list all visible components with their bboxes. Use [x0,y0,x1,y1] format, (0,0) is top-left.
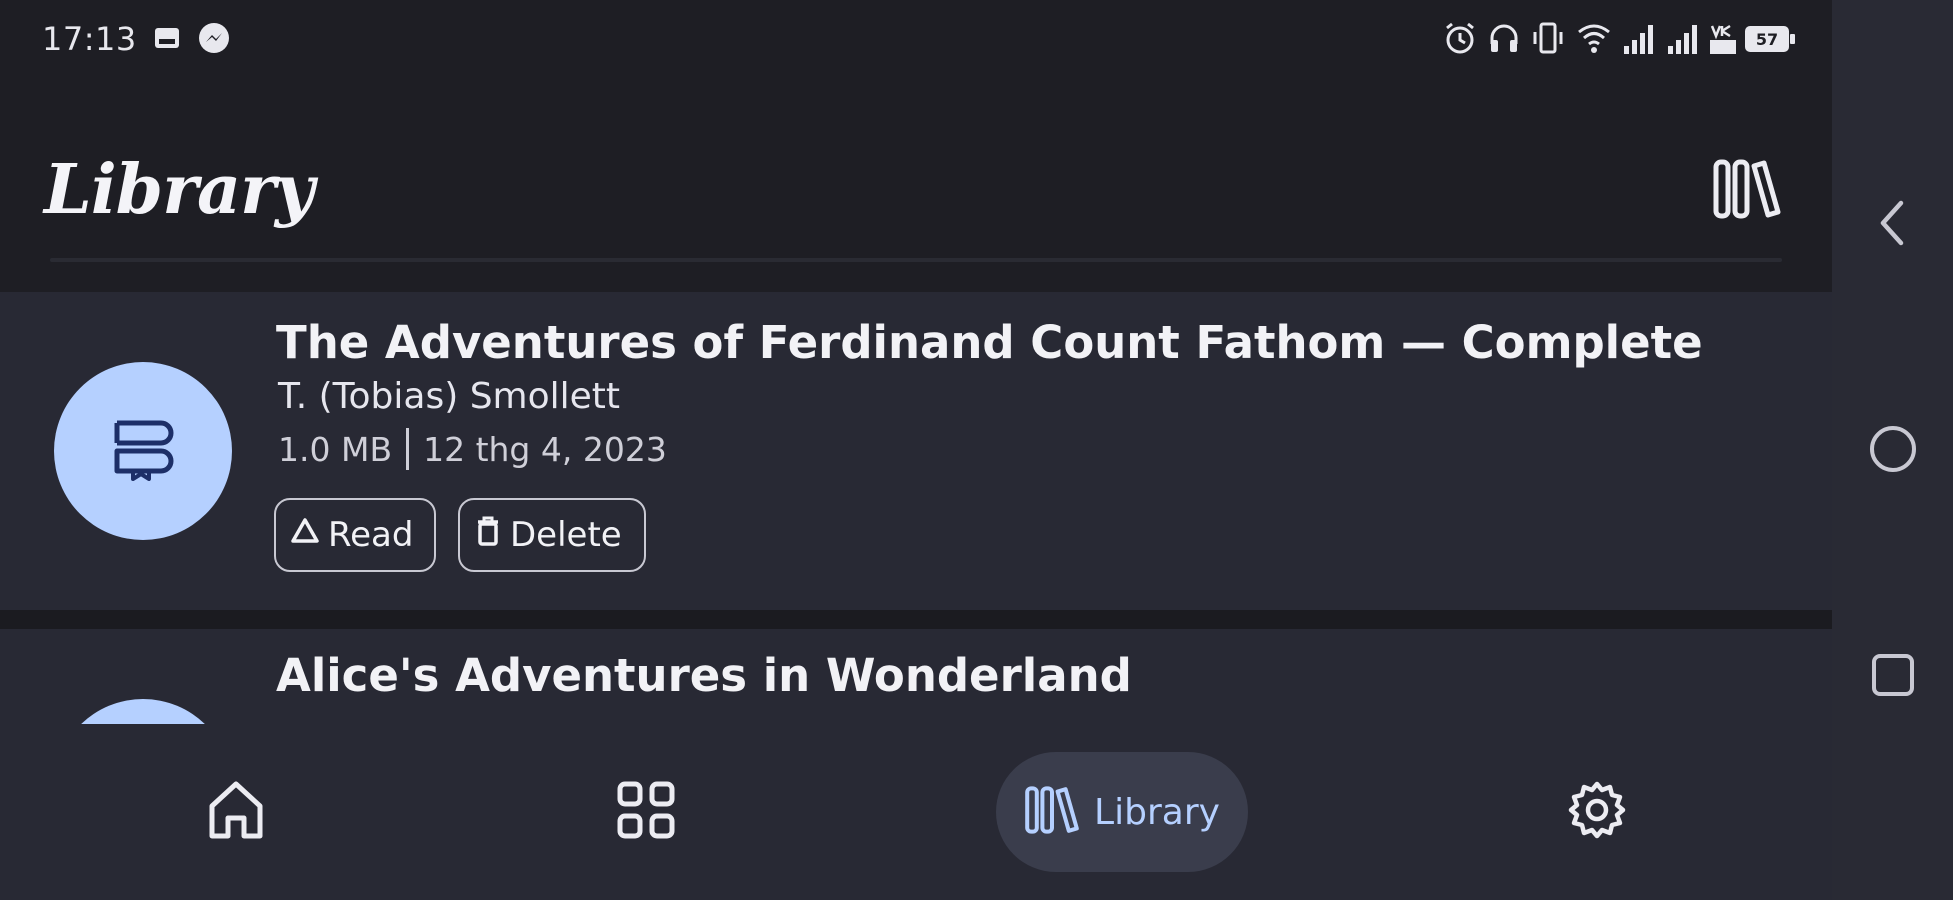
system-recents-button[interactable] [1862,646,1924,708]
delete-label: Delete [510,515,622,555]
library-icon [1024,784,1080,840]
signal-icon [1666,20,1700,60]
battery-icon: 57 [1744,24,1796,58]
app-header: Library [0,80,1832,292]
system-home-button[interactable] [1862,420,1924,482]
messenger-icon [198,22,230,58]
system-navigation-bar [1832,0,1953,900]
nav-library[interactable]: Library [996,752,1248,872]
book-size: 1.0 MB [278,429,393,469]
browse-grid-icon [616,780,676,844]
signal-icon [1622,20,1656,60]
book-date: 12 thg 4, 2023 [423,429,667,469]
meta-divider [406,428,410,470]
book-icon [111,417,175,485]
book-list-item[interactable]: Alice's Adventures in Wonderland [0,629,1832,724]
nav-library-label: Library [1094,791,1220,833]
book-author: T. (Tobias) Smollett [278,376,621,417]
library-icon [1712,159,1782,224]
book-avatar [54,362,232,540]
nav-browse[interactable] [605,752,687,872]
library-view-button[interactable] [1712,158,1782,220]
header-divider [50,258,1782,262]
page-title: Library [44,150,314,230]
recents-icon [1869,651,1917,703]
book-list-item[interactable]: The Adventures of Ferdinand Count Fathom… [0,292,1832,610]
system-back-button[interactable] [1862,194,1924,256]
book-title: The Adventures of Ferdinand Count Fathom… [276,316,1703,369]
home-circle-icon [1867,423,1919,479]
home-icon [204,778,268,846]
status-time: 17:13 [42,20,137,58]
read-button[interactable]: Read [274,498,436,572]
battery-level: 57 [1756,30,1778,49]
read-icon [290,515,328,555]
book-meta: 1.0 MB 12 thg 4, 2023 [278,428,667,470]
back-icon [1873,197,1913,253]
headphones-icon [1486,20,1522,60]
nav-settings[interactable] [1556,752,1638,872]
image-icon [154,26,180,54]
book-title: Alice's Adventures in Wonderland [276,649,1132,702]
gear-icon [1567,780,1627,844]
status-bar: 17:13 57 [0,0,1832,80]
book-avatar [54,699,232,724]
bottom-navigation: Library [0,724,1832,900]
nav-home[interactable] [195,752,277,872]
trash-icon [474,515,510,556]
read-label: Read [328,515,414,555]
wifi-icon [1576,20,1612,60]
delete-button[interactable]: Delete [458,498,646,572]
alarm-icon [1442,20,1478,60]
data-icon [1708,20,1738,60]
vibrate-icon [1530,20,1566,60]
book-list[interactable]: The Adventures of Ferdinand Count Fathom… [0,292,1832,724]
